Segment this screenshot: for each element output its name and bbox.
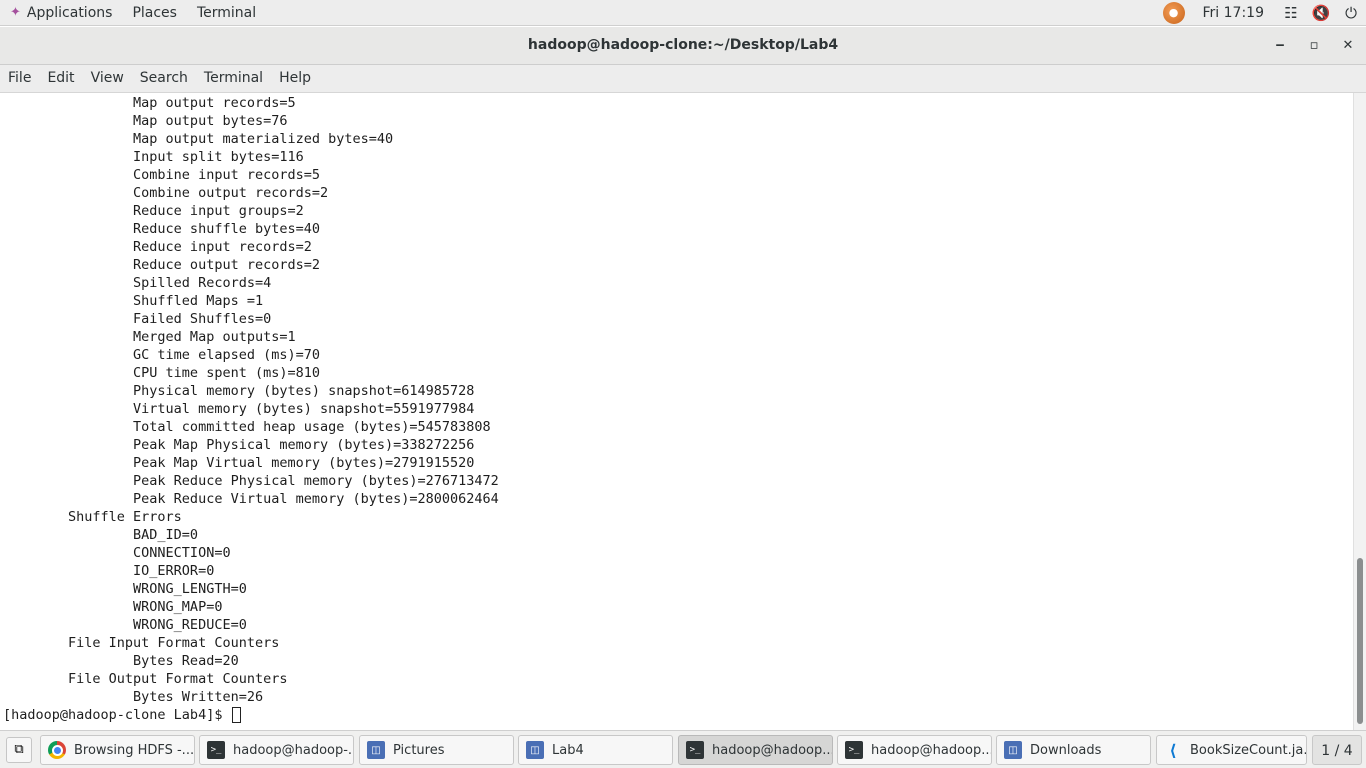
menu-view[interactable]: View	[83, 65, 132, 92]
taskbar-item-label: hadoop@hadoop...	[712, 742, 833, 758]
taskbar-item[interactable]: >_ hadoop@hadoop-...	[199, 735, 354, 765]
terminal-line: WRONG_REDUCE=0	[3, 617, 247, 633]
minimize-button[interactable]: ‒	[1269, 35, 1291, 57]
taskbar-item-label: hadoop@hadoop-...	[233, 742, 354, 758]
terminal-line: Virtual memory (bytes) snapshot=55919779…	[3, 401, 475, 417]
terminal-app-menu[interactable]: Terminal	[187, 0, 266, 26]
places-menu[interactable]: Places	[122, 0, 187, 26]
terminal-line: Reduce input records=2	[3, 239, 312, 255]
terminal-line: Shuffled Maps =1	[3, 293, 264, 309]
terminal-line: Spilled Records=4	[3, 275, 272, 291]
terminal-line: Total committed heap usage (bytes)=54578…	[3, 419, 491, 435]
ubuntu-logo-icon[interactable]: ●	[1162, 1, 1185, 24]
applications-icon: ✦	[10, 5, 21, 20]
places-label: Places	[132, 4, 177, 21]
terminal-line: BAD_ID=0	[3, 527, 199, 543]
terminal-line: Map output materialized bytes=40	[3, 131, 394, 147]
taskbar-item-label: Lab4	[552, 742, 584, 758]
folder-icon: ◫	[367, 741, 385, 759]
terminal-output[interactable]: Map output records=5 Map output bytes=76…	[0, 93, 1353, 730]
taskbar: ⧉ Browsing HDFS -... >_ hadoop@hadoop-... ◫…	[0, 730, 1366, 768]
text-cursor	[231, 707, 241, 723]
taskbar-item[interactable]: ⟨ BookSizeCount.ja...	[1156, 735, 1307, 765]
terminal-line: WRONG_MAP=0	[3, 599, 223, 615]
terminal-line: Peak Map Virtual memory (bytes)=27919155…	[3, 455, 475, 471]
terminal-line: Combine input records=5	[3, 167, 320, 183]
terminal-line: Reduce output records=2	[3, 257, 320, 273]
terminal-icon: >_	[845, 741, 863, 759]
menubar: File Edit View Search Terminal Help	[0, 65, 1366, 93]
close-button[interactable]: ✕	[1337, 35, 1359, 57]
terminal-prompt-line[interactable]: [hadoop@hadoop-clone Lab4]$	[3, 706, 499, 724]
terminal-line: Failed Shuffles=0	[3, 311, 272, 327]
taskbar-item-label: BookSizeCount.ja...	[1190, 742, 1307, 758]
terminal-line: Bytes Read=20	[3, 653, 239, 669]
workspace-switcher[interactable]: 1 / 4	[1312, 735, 1362, 765]
taskbar-item-label: Downloads	[1030, 742, 1102, 758]
terminal-line: Reduce shuffle bytes=40	[3, 221, 320, 237]
terminal-line: Map output bytes=76	[3, 113, 288, 129]
terminal-line: Map output records=5	[3, 95, 296, 111]
terminal-line: Merged Map outputs=1	[3, 329, 296, 345]
terminal-line: Shuffle Errors	[3, 509, 182, 525]
scrollbar-thumb[interactable]	[1357, 558, 1363, 724]
power-icon[interactable]: ⏻	[1336, 4, 1366, 22]
terminal-line: Combine output records=2	[3, 185, 329, 201]
terminal-line: Peak Map Physical memory (bytes)=3382722…	[3, 437, 475, 453]
taskbar-item[interactable]: ◫ Pictures	[359, 735, 514, 765]
applications-label: Applications	[26, 4, 113, 21]
folder-icon: ◫	[526, 741, 544, 759]
terminal-scrollbar[interactable]	[1353, 93, 1366, 730]
chrome-icon	[48, 741, 66, 759]
terminal-prompt: [hadoop@hadoop-clone Lab4]$	[3, 707, 231, 723]
menu-terminal[interactable]: Terminal	[196, 65, 271, 92]
clock[interactable]: Fri 17:19	[1191, 5, 1276, 21]
taskbar-item-label: Pictures	[393, 742, 445, 758]
terminal-line: File Output Format Counters	[3, 671, 288, 687]
terminal-line: GC time elapsed (ms)=70	[3, 347, 320, 363]
applications-menu[interactable]: ✦ Applications	[0, 0, 122, 26]
terminal-line: Physical memory (bytes) snapshot=6149857…	[3, 383, 475, 399]
terminal-app-label: Terminal	[196, 4, 257, 21]
terminal-lines: Map output records=5 Map output bytes=76…	[3, 94, 499, 724]
taskbar-item[interactable]: ◫ Lab4	[518, 735, 673, 765]
taskbar-item[interactable]: ◫ Downloads	[996, 735, 1151, 765]
terminal-line: Reduce input groups=2	[3, 203, 304, 219]
terminal-line: Input split bytes=116	[3, 149, 304, 165]
folder-icon: ◫	[1004, 741, 1022, 759]
vscode-icon: ⟨	[1169, 740, 1177, 760]
terminal-icon: >_	[207, 741, 225, 759]
window-title: hadoop@hadoop-clone:~/Desktop/Lab4	[527, 37, 839, 53]
menu-file[interactable]: File	[0, 65, 39, 92]
terminal-line: CONNECTION=0	[3, 545, 231, 561]
menu-search[interactable]: Search	[132, 65, 196, 92]
taskbar-item-label: hadoop@hadoop...	[871, 742, 992, 758]
volume-muted-icon[interactable]: 🔇	[1306, 4, 1336, 22]
terminal-line: File Input Format Counters	[3, 635, 280, 651]
taskbar-item[interactable]: >_ hadoop@hadoop...	[837, 735, 992, 765]
terminal-line: IO_ERROR=0	[3, 563, 215, 579]
taskbar-item[interactable]: >_ hadoop@hadoop...	[678, 735, 833, 765]
terminal-line: Peak Reduce Virtual memory (bytes)=28000…	[3, 491, 499, 507]
show-desktop-button[interactable]: ⧉	[6, 737, 32, 763]
top-panel: ✦ Applications Places Terminal ● Fri 17:…	[0, 0, 1366, 26]
terminal-line: Peak Reduce Physical memory (bytes)=2767…	[3, 473, 499, 489]
taskbar-item-label: Browsing HDFS -...	[74, 742, 195, 758]
terminal-line: CPU time spent (ms)=810	[3, 365, 320, 381]
terminal-line: WRONG_LENGTH=0	[3, 581, 247, 597]
menu-edit[interactable]: Edit	[39, 65, 82, 92]
terminal-icon: >_	[686, 741, 704, 759]
menu-help[interactable]: Help	[271, 65, 319, 92]
network-icon[interactable]: ☷	[1276, 4, 1306, 22]
maximize-button[interactable]: ▫	[1303, 35, 1325, 57]
terminal-line: Bytes Written=26	[3, 689, 264, 705]
taskbar-item[interactable]: Browsing HDFS -...	[40, 735, 195, 765]
window-titlebar[interactable]: hadoop@hadoop-clone:~/Desktop/Lab4 ‒ ▫ ✕	[0, 27, 1366, 65]
